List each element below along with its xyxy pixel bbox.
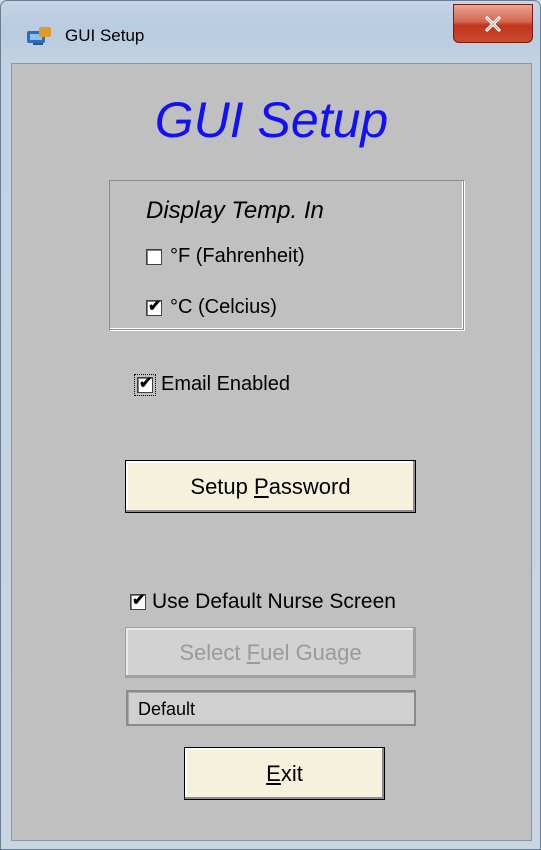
celsius-label: °C (Celcius) — [170, 296, 277, 318]
app-icon — [27, 27, 51, 45]
check-mark-icon: ✔ — [132, 592, 146, 609]
celsius-checkbox[interactable]: ✔ °C (Celcius) — [146, 296, 277, 319]
close-icon — [485, 15, 501, 32]
fahrenheit-checkbox-box[interactable] — [146, 248, 162, 265]
email-checkbox-box[interactable]: ✔ — [134, 373, 156, 396]
window-title: GUI Setup — [65, 26, 145, 45]
celsius-checkbox-box[interactable]: ✔ — [146, 297, 162, 316]
check-mark-icon: ✔ — [148, 297, 162, 315]
fahrenheit-checkbox[interactable]: °F (Fahrenheit) — [146, 245, 305, 268]
page-title: GUI Setup — [154, 92, 389, 148]
nurse-screen-checkbox-box[interactable]: ✔ — [130, 592, 146, 610]
check-mark-icon: ✔ — [139, 374, 153, 392]
select-fuel-gauge-button[interactable]: Select Fuel Guage — [125, 627, 416, 678]
fahrenheit-label: °F (Fahrenheit) — [170, 245, 305, 267]
select-fuel-gauge-label: Select Fuel Guage — [179, 639, 362, 665]
email-enabled-checkbox[interactable]: ✔ Email Enabled — [134, 373, 290, 396]
nurse-screen-label: Use Default Nurse Screen — [152, 590, 396, 613]
fuel-gauge-field: Default — [126, 690, 416, 726]
setup-password-label: Setup Password — [190, 473, 351, 499]
email-enabled-label: Email Enabled — [161, 373, 290, 395]
default-nurse-screen-checkbox[interactable]: ✔ Use Default Nurse Screen — [130, 590, 396, 614]
title-bar[interactable]: GUI Setup — [1, 1, 540, 63]
dialog-window: GUI Setup GUI Setup Display Temp. In °F … — [0, 0, 541, 850]
dialog-client-area: GUI Setup Display Temp. In °F (Fahrenhei… — [11, 63, 532, 841]
exit-label: Exit — [266, 760, 303, 786]
temp-group-title: Display Temp. In — [146, 197, 324, 224]
setup-password-button[interactable]: Setup Password — [125, 460, 416, 513]
temp-unit-group: Display Temp. In °F (Fahrenheit) ✔ °C (C… — [109, 180, 464, 330]
close-button[interactable] — [453, 4, 533, 43]
exit-button[interactable]: Exit — [184, 747, 385, 800]
